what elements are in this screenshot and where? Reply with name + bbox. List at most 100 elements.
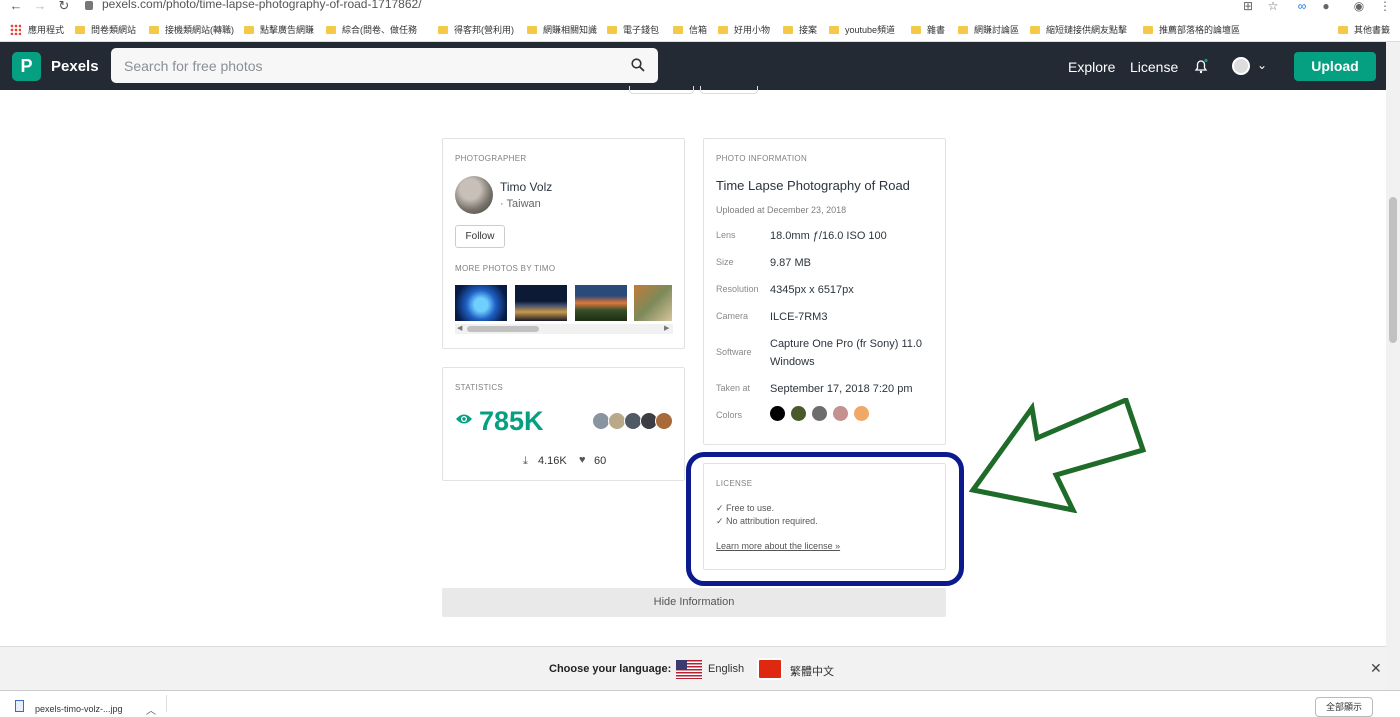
folder-icon [527,26,537,34]
color-swatch[interactable] [791,406,806,421]
bookmark-item[interactable]: 接機類網站(轉職) [149,23,234,37]
upload-button[interactable]: Upload [1294,52,1376,81]
bookmark-item[interactable]: 網賺討論區 [958,23,1019,37]
nav-explore[interactable]: Explore [1068,59,1115,75]
scroll-right-icon[interactable]: ▶ [664,324,669,334]
bookmark-apps[interactable]: 應用程式 [28,23,64,37]
photographer-caption: PHOTOGRAPHER [455,154,527,163]
url-bar[interactable]: pexels.com/photo/time-lapse-photography-… [102,0,422,11]
photographer-name[interactable]: Timo Volz [500,180,552,194]
photographer-card: PHOTOGRAPHER Timo Volz · Taiwan Follow M… [442,138,685,349]
download-shelf: pexels-timo-volz-...jpg ︿ 全部顯示 [0,690,1400,717]
bookmark-item[interactable]: 得客邦(營利用) [438,23,514,37]
photo-thumbnail[interactable] [575,285,627,321]
bookmark-item[interactable]: 電子錢包 [607,23,659,37]
chevron-down-icon[interactable]: ⌄ [1257,58,1267,72]
photographer-avatar[interactable] [455,176,493,214]
nav-license[interactable]: License [1130,59,1178,75]
colors-label: Colors [716,410,743,420]
extension-circle-icon[interactable]: ● [1319,0,1333,12]
chevron-up-icon[interactable]: ︿ [146,702,156,717]
annotation-arrow-icon [968,398,1147,513]
bookmark-item[interactable]: 好用小物 [718,23,770,37]
bookmark-item[interactable]: 雜書 [911,23,945,37]
color-swatch[interactable] [833,406,848,421]
star-icon[interactable]: ☆ [1266,0,1280,12]
folder-icon [1338,26,1348,34]
hk-flag-icon[interactable] [757,658,783,680]
folder-icon [326,26,336,34]
scroll-left-icon[interactable]: ◀ [457,324,462,334]
reload-icon[interactable]: ↻ [56,0,72,14]
language-traditional-chinese[interactable]: 繁體中文 [790,663,834,679]
bookmark-other[interactable]: 其他書籤 [1338,23,1390,37]
folder-icon [1143,26,1153,34]
color-swatch[interactable] [854,406,869,421]
translate-icon[interactable]: ⊞ [1241,0,1255,12]
site-header: P Pexels Explore License ⌄ Upload [0,42,1386,90]
hide-information-button[interactable]: Hide Information [442,588,946,617]
folder-icon [1030,26,1040,34]
folder-icon [149,26,159,34]
resolution-label: Resolution [716,284,759,294]
folder-icon [673,26,683,34]
downloaded-file[interactable]: pexels-timo-volz-...jpg [35,704,123,714]
address-row: ← → ↻ pexels.com/photo/time-lapse-photog… [0,0,1400,20]
size-label: Size [716,257,734,267]
bookmark-item[interactable]: 網賺相關知識 [527,23,597,37]
bookmark-item[interactable]: 問卷類網站 [75,23,136,37]
scrollbar-thumb[interactable] [467,326,539,332]
photo-thumbnail[interactable] [515,285,567,321]
lens-value: 18.0mm ƒ/16.0 ISO 100 [770,230,887,242]
search-icon[interactable] [631,58,645,72]
folder-icon [958,26,968,34]
bookmark-item[interactable]: 綜合(問卷、做任務 [326,23,417,37]
statistics-caption: STATISTICS [455,383,504,392]
search-box [111,48,658,83]
follow-button[interactable]: Follow [455,225,505,248]
color-swatch[interactable] [770,406,785,421]
bookmark-item[interactable]: 點擊廣告網賺 [244,23,314,37]
profile-icon[interactable]: ◉ [1352,0,1366,12]
pexels-logo-icon[interactable]: P [12,52,41,81]
language-english[interactable]: English [708,663,744,675]
back-icon[interactable]: ← [8,0,24,14]
file-icon [15,700,24,712]
bookmark-item[interactable]: 信箱 [673,23,707,37]
bell-icon[interactable] [1193,58,1209,74]
language-label: Choose your language: [549,663,672,675]
apps-icon[interactable] [10,24,21,35]
folder-icon [783,26,793,34]
us-flag-icon[interactable] [676,660,702,679]
user-avatar[interactable] [1232,57,1250,75]
color-swatch[interactable] [812,406,827,421]
close-icon[interactable]: ✕ [1370,660,1382,677]
bookmark-item[interactable]: youtube頻道 [829,23,895,37]
taken-at-value: September 17, 2018 7:20 pm [770,383,913,395]
page-scrollbar[interactable] [1386,42,1400,690]
camera-label: Camera [716,311,749,321]
partial-button[interactable] [700,86,758,94]
extension-infinity-icon[interactable]: ∞ [1295,0,1309,12]
liker-avatar[interactable] [655,412,673,430]
menu-icon[interactable]: ⋮ [1378,0,1392,12]
folder-icon [829,26,839,34]
scrollbar-thumb[interactable] [1389,197,1397,343]
statistics-card: STATISTICS 785K ⤓ 4.16K ♥ 60 [442,367,685,481]
photo-thumbnail[interactable] [455,285,507,321]
show-all-button[interactable]: 全部顯示 [1315,697,1373,717]
thumbnails-scrollbar[interactable]: ◀ ▶ [455,324,673,334]
divider [166,695,167,712]
lens-label: Lens [716,230,736,240]
photo-thumbnail[interactable] [634,285,672,321]
brand-name[interactable]: Pexels [51,58,99,75]
forward-icon[interactable]: → [32,0,48,14]
bookmark-item[interactable]: 接案 [783,23,817,37]
bookmark-item[interactable]: 縮短鏈接供網友點擊 [1030,23,1127,37]
search-input[interactable] [111,48,611,83]
eye-icon [456,414,472,424]
folder-icon [718,26,728,34]
software-value: Capture One Pro (fr Sony) 11.0 Windows [770,338,923,368]
bookmark-item[interactable]: 推薦部落格的論壇區 [1143,23,1240,37]
partial-button[interactable] [629,86,694,94]
